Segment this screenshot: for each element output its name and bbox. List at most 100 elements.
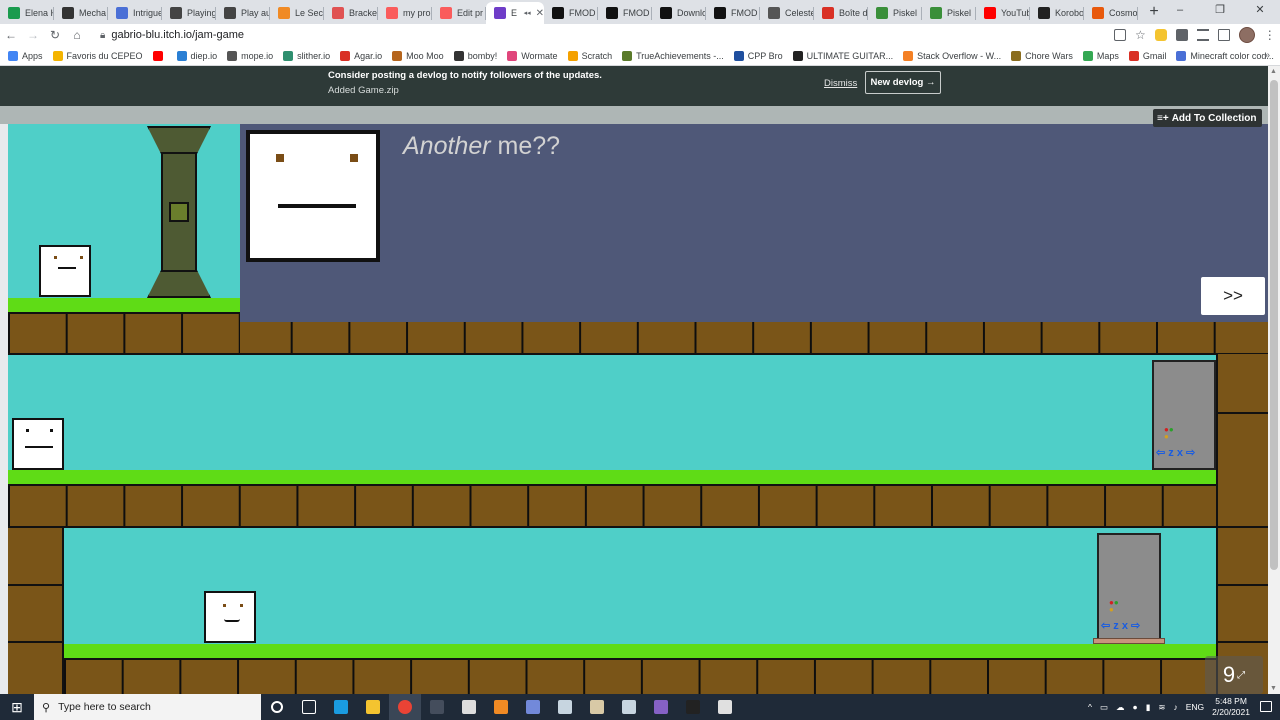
scrollbar-thumb[interactable] (1270, 80, 1278, 570)
browser-tab[interactable]: Le Secr (270, 2, 324, 24)
bookmark-star-icon[interactable]: ☆ (1135, 28, 1146, 42)
dialog-next-button[interactable]: >> (1201, 277, 1265, 315)
steam-2-icon[interactable] (613, 694, 645, 720)
dismiss-link[interactable]: Dismiss (824, 78, 857, 89)
url-text[interactable]: gabrio-blu.itch.io/jam-game (111, 29, 244, 41)
browser-menu-icon[interactable]: ⋮ (1264, 28, 1276, 42)
browser-tab[interactable]: FMOD (544, 2, 598, 24)
tray-usb-icon[interactable]: ▭ (1100, 702, 1108, 713)
tray-battery-icon[interactable]: ▮ (1146, 702, 1151, 713)
file-explorer-icon[interactable] (357, 694, 389, 720)
unity-icon[interactable] (453, 694, 485, 720)
bookmark-item[interactable] (152, 50, 167, 61)
taskbar-search[interactable]: ⚲ Type here to search (34, 694, 261, 720)
address-bar[interactable]: 🔒︎ gabrio-blu.itch.io/jam-game (94, 26, 1094, 44)
tray-volume-icon[interactable]: ♪ (1174, 702, 1178, 712)
browser-tab[interactable]: FMOD (706, 2, 760, 24)
bookmark-item[interactable]: Agar.io (340, 50, 382, 61)
tab-close-icon[interactable]: ✕ (536, 8, 544, 19)
notification-center-icon[interactable] (1260, 701, 1272, 712)
inkscape-icon[interactable] (709, 694, 741, 720)
add-to-collection-button[interactable]: ≡+ Add To Collection (1153, 109, 1262, 127)
chrome-icon[interactable] (389, 694, 421, 720)
browser-tab[interactable]: Cosmo (1084, 2, 1138, 24)
forward-icon[interactable]: → (22, 28, 44, 42)
browser-tab[interactable]: Bracke (324, 2, 378, 24)
extension-thumb-icon[interactable] (1154, 29, 1167, 41)
bookmark-item[interactable]: TrueAchievements -... (622, 50, 724, 61)
edge-icon[interactable] (325, 694, 357, 720)
unity-hub-icon[interactable] (677, 694, 709, 720)
bookmark-item[interactable]: Wormate (507, 50, 558, 61)
browser-tab[interactable]: Edit pr (432, 2, 486, 24)
minimize-button[interactable]: – (1160, 0, 1200, 22)
bookmark-item[interactable]: mope.io (227, 50, 273, 61)
tray-wifi-icon[interactable]: ≋ (1158, 702, 1165, 713)
visual-studio-icon[interactable] (645, 694, 677, 720)
fullscreen-button[interactable]: 9 ⤢ (1205, 656, 1263, 694)
new-devlog-button[interactable]: New devlog → (865, 71, 941, 94)
browser-tab[interactable]: E ◂◂ ✕ (486, 2, 544, 24)
task-view-icon[interactable] (293, 694, 325, 720)
restore-button[interactable]: ❐ (1200, 0, 1240, 22)
bookmarks-overflow-icon[interactable]: » (1264, 50, 1270, 61)
scroll-down-icon[interactable]: ▼ (1270, 685, 1277, 692)
cast-icon[interactable] (1217, 29, 1230, 41)
browser-tab[interactable]: Elena H (0, 2, 54, 24)
bookmark-item[interactable]: Apps (8, 50, 43, 61)
browser-tab[interactable]: Boîte d (814, 2, 868, 24)
reading-list-icon[interactable] (1196, 29, 1209, 41)
bookmark-item[interactable]: Chore Wars (1011, 50, 1073, 61)
cortana-icon[interactable] (261, 694, 293, 720)
browser-tab[interactable]: FMOD (598, 2, 652, 24)
dirt-middle (8, 484, 1216, 528)
browser-tab[interactable]: Celeste (760, 2, 814, 24)
steam-1-icon[interactable] (549, 694, 581, 720)
close-button[interactable]: ✕ (1240, 0, 1280, 22)
blender-icon[interactable] (485, 694, 517, 720)
browser-tab[interactable]: my pro (378, 2, 432, 24)
calculator-icon[interactable] (421, 694, 453, 720)
reload-icon[interactable]: ↻ (44, 28, 66, 42)
browser-tab[interactable]: Downlo (652, 2, 706, 24)
browser-tab[interactable]: YouTub (976, 2, 1030, 24)
extensions-puzzle-icon[interactable] (1175, 29, 1188, 41)
bookmark-item[interactable]: Maps (1082, 50, 1119, 61)
bookmark-item[interactable]: bomby! (453, 50, 497, 61)
bookmark-item[interactable]: Favoris du CEPEO (52, 50, 143, 61)
browser-tab[interactable]: Piskel (922, 2, 976, 24)
tray-chevron-icon[interactable]: ^ (1088, 702, 1092, 712)
bookmark-item[interactable]: Scratch (567, 50, 612, 61)
bookmark-item[interactable]: Moo Moo (392, 50, 444, 61)
page-background (0, 106, 1268, 124)
back-icon[interactable]: ← (0, 28, 22, 42)
notes-icon[interactable] (581, 694, 613, 720)
browser-tab[interactable]: Korobo (1030, 2, 1084, 24)
bookmark-item[interactable]: slither.io (283, 50, 330, 61)
bookmark-item[interactable]: Gmail (1128, 50, 1166, 61)
browser-tab[interactable]: Piskel (868, 2, 922, 24)
game-canvas[interactable]: Another me?? >> ●● ● ⇦ z x ⇨ ●● ● ⇦ z x ⇨ (8, 124, 1268, 694)
bookmark-item[interactable]: Minecraft color cod... (1176, 50, 1274, 61)
browser-tab[interactable]: Play au (216, 2, 270, 24)
page-scrollbar[interactable]: ▲ ▼ (1268, 66, 1280, 694)
profile-avatar[interactable] (1238, 27, 1255, 43)
tab-favicon-icon (714, 7, 726, 19)
bookmark-item[interactable]: diep.io (176, 50, 217, 61)
browser-tab[interactable]: Mecha (54, 2, 108, 24)
windows-start-icon[interactable]: ⊞ (0, 699, 34, 716)
camera-off-icon[interactable] (1114, 29, 1126, 41)
browser-tab[interactable]: Intrigue (108, 2, 162, 24)
tray-language[interactable]: ENG (1186, 702, 1204, 712)
bookmark-item[interactable]: CPP Bro (733, 50, 783, 61)
bookmark-item[interactable]: ULTIMATE GUITAR... (792, 50, 893, 61)
tray-cloud-icon[interactable]: ☁ (1116, 702, 1125, 713)
browser-tab[interactable]: Playing (162, 2, 216, 24)
scroll-up-icon[interactable]: ▲ (1270, 68, 1277, 75)
home-icon[interactable]: ⌂ (66, 28, 88, 42)
discord-icon[interactable] (517, 694, 549, 720)
taskbar-clock[interactable]: 5:48 PM 2/20/2021 (1212, 696, 1250, 718)
tray-mic-icon[interactable]: ● (1133, 702, 1138, 712)
bookmark-item[interactable]: Stack Overflow - W... (903, 50, 1001, 61)
tab-audio-icon[interactable]: ◂◂ (524, 9, 531, 17)
